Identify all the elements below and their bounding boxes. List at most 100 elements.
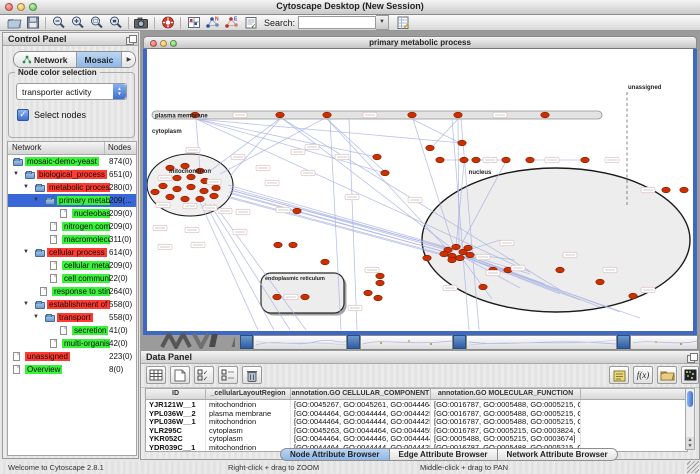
attribute-browser-tab[interactable]: Node Attribute Browser bbox=[280, 448, 390, 461]
network-edge[interactable] bbox=[205, 203, 274, 330]
table-cell[interactable]: YKR052C bbox=[146, 434, 206, 443]
table-cell[interactable]: [GO:0044464, GO:0044446, GO:0044444, G..… bbox=[291, 434, 431, 443]
tree-row[interactable]: nitrogen compo209(0) bbox=[8, 220, 136, 233]
network-edge[interactable] bbox=[196, 119, 462, 143]
background-window-strip[interactable] bbox=[360, 335, 453, 350]
table-cell[interactable]: [GO:0005488, GO:0005215, GO:0003674] bbox=[431, 434, 581, 443]
network-node[interactable] bbox=[373, 154, 381, 160]
table-row[interactable]: YPL036W__1mitochondrion[GO:0044464, GO:0… bbox=[146, 417, 687, 426]
table-cell[interactable]: [GO:0016787, GO:0005215, GO:0003824, G..… bbox=[431, 426, 581, 435]
network-node[interactable] bbox=[210, 193, 218, 199]
tree-expander-icon[interactable]: ▼ bbox=[23, 249, 29, 255]
network-node[interactable] bbox=[629, 293, 637, 299]
network-canvas[interactable]: plasma membranecytoplasmmitochondrionnuc… bbox=[147, 49, 693, 331]
table-cell[interactable]: YJR121W__1 bbox=[146, 400, 206, 409]
table-cell[interactable]: [GO:0016787, GO:0005488, GO:0005215, G..… bbox=[431, 417, 581, 426]
tree-row[interactable]: response to stimulu264(0) bbox=[8, 285, 136, 298]
table-cell[interactable]: [GO:0016787, GO:0005488, GO:0005215, G..… bbox=[431, 409, 581, 418]
table-vertical-scrollbar[interactable]: ▲▼ bbox=[685, 388, 695, 450]
network-node[interactable] bbox=[181, 196, 189, 202]
network-node[interactable] bbox=[159, 183, 167, 189]
network-edge[interactable] bbox=[210, 204, 290, 330]
network-node[interactable] bbox=[556, 267, 564, 273]
network-edge[interactable] bbox=[232, 194, 456, 255]
background-window-strip[interactable] bbox=[630, 335, 698, 350]
network-node[interactable] bbox=[321, 259, 329, 265]
network-node[interactable] bbox=[448, 257, 456, 263]
table-cell[interactable]: mitochondrion bbox=[206, 443, 291, 452]
tab-mosaic[interactable]: Mosaic bbox=[77, 52, 123, 67]
import-attributes-button[interactable] bbox=[657, 366, 677, 384]
network-node[interactable] bbox=[408, 112, 416, 118]
snapshot-button[interactable] bbox=[132, 15, 151, 30]
tab-network[interactable]: Network bbox=[14, 52, 77, 67]
network-node[interactable] bbox=[276, 112, 284, 118]
network-node[interactable] bbox=[273, 294, 281, 300]
network-node[interactable] bbox=[526, 157, 534, 163]
table-cell[interactable]: [GO:0045267, GO:0045261, GO:0044464, G..… bbox=[291, 400, 431, 409]
network-edge[interactable] bbox=[233, 191, 458, 251]
attribute-browser-tab[interactable]: Edge Attribute Browser bbox=[390, 448, 498, 461]
table-cell[interactable]: YPL036W__2 bbox=[146, 409, 206, 418]
tree-row[interactable]: macromolecule311(0) bbox=[8, 233, 136, 246]
annotation-pad-button[interactable] bbox=[609, 366, 629, 384]
network-node[interactable] bbox=[662, 187, 670, 193]
background-window-strip[interactable] bbox=[253, 335, 347, 350]
network-node[interactable] bbox=[293, 208, 301, 214]
formula-fx-button[interactable]: f(x) bbox=[633, 366, 653, 384]
tree-row[interactable]: ▼establishment of lo558(0) bbox=[8, 298, 136, 311]
scrollbar-arrows-icon[interactable]: ▲▼ bbox=[686, 437, 694, 449]
background-window-icon[interactable] bbox=[453, 335, 466, 349]
attribute-matrix-button[interactable] bbox=[681, 366, 699, 384]
tree-row[interactable]: cellular metabol209(0) bbox=[8, 259, 136, 272]
tree-expander-icon[interactable]: ▼ bbox=[23, 184, 29, 190]
table-column-header[interactable]: _cellularLayoutRegion bbox=[206, 389, 291, 399]
network-edge[interactable] bbox=[214, 204, 306, 330]
table-cell[interactable]: cytoplasm bbox=[206, 426, 291, 435]
network-node[interactable] bbox=[440, 251, 448, 257]
advanced-find-button[interactable] bbox=[393, 15, 412, 30]
network-node[interactable] bbox=[187, 174, 195, 180]
network-node[interactable] bbox=[479, 284, 487, 290]
tree-expander-icon[interactable]: ▼ bbox=[23, 301, 29, 307]
network-node[interactable] bbox=[274, 242, 282, 248]
network-node[interactable] bbox=[212, 185, 220, 191]
network-node[interactable] bbox=[166, 194, 174, 200]
network-view-titlebar[interactable]: primary metabolic process bbox=[143, 36, 697, 49]
network-node[interactable] bbox=[596, 279, 604, 285]
table-cell[interactable]: YDR039C__1 bbox=[146, 443, 206, 452]
network-node[interactable] bbox=[187, 184, 195, 190]
tree-row[interactable]: Overview8(0) bbox=[8, 363, 136, 376]
attribute-table-button[interactable] bbox=[146, 366, 166, 384]
network-node[interactable] bbox=[374, 295, 382, 301]
open-file-button[interactable] bbox=[4, 15, 23, 30]
table-cell[interactable]: cytoplasm bbox=[206, 434, 291, 443]
tree-row[interactable]: ▼primary metabo209(... bbox=[8, 194, 136, 207]
background-window-icon[interactable] bbox=[240, 335, 253, 349]
network-node[interactable] bbox=[173, 175, 181, 181]
network-node[interactable] bbox=[464, 245, 472, 251]
network-node[interactable] bbox=[196, 196, 204, 202]
tabs-overflow-arrow-icon[interactable]: ▶ bbox=[122, 52, 135, 67]
network-node[interactable] bbox=[452, 244, 460, 250]
table-cell[interactable]: mitochondrion bbox=[206, 417, 291, 426]
network-node[interactable] bbox=[181, 163, 189, 169]
resize-grip[interactable] bbox=[687, 461, 699, 473]
save-button[interactable] bbox=[23, 15, 42, 30]
network-node[interactable] bbox=[472, 157, 480, 163]
table-column-header[interactable]: annotation.GO MOLECULAR_FUNCTION bbox=[431, 389, 581, 399]
table-cell[interactable]: [GO:0045263, GO:0044464, GO:0044455, G..… bbox=[291, 426, 431, 435]
table-column-header[interactable]: annotation.GO CELLULAR_COMPONENT bbox=[291, 389, 431, 399]
search-input[interactable] bbox=[298, 16, 376, 29]
network-node[interactable] bbox=[200, 188, 208, 194]
table-cell[interactable]: [GO:0016787, GO:0005488, GO:0005215, G..… bbox=[431, 400, 581, 409]
table-cell[interactable]: plasma membrane bbox=[206, 409, 291, 418]
tree-row[interactable]: nucleobase-209(0) bbox=[8, 207, 136, 220]
network-node[interactable] bbox=[458, 140, 466, 146]
network-node[interactable] bbox=[364, 290, 372, 296]
zoom-fit-button[interactable] bbox=[106, 15, 125, 30]
attribute-grid-icon[interactable] bbox=[184, 15, 203, 30]
table-row[interactable]: YJR121W__1mitochondrion[GO:0045267, GO:0… bbox=[146, 400, 687, 409]
new-attribute-button[interactable] bbox=[170, 366, 190, 384]
network-node[interactable] bbox=[456, 255, 464, 261]
